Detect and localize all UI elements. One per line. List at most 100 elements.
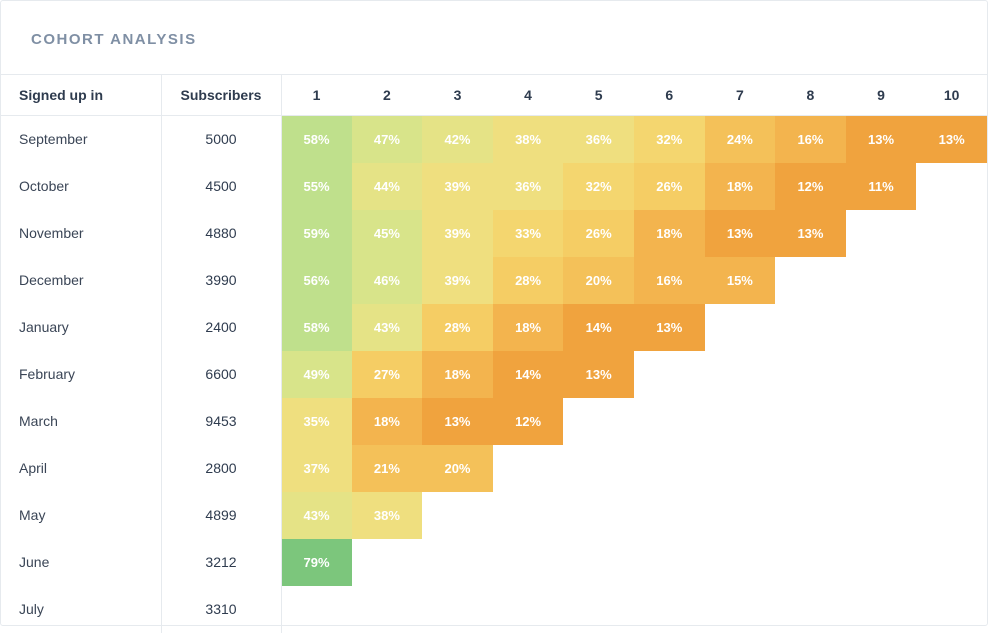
cohort-value: 13% [916, 116, 987, 163]
cohort-cell: 18% [422, 351, 493, 398]
cohort-value: 39% [422, 210, 493, 257]
row-month: June [1, 539, 161, 586]
header-period-6: 6 [634, 75, 705, 116]
cohort-cell [634, 492, 705, 539]
table-row: November488059%45%39%33%26%18%13%13% [1, 210, 987, 257]
table-row: May489943%38% [1, 492, 987, 539]
header-period-7: 7 [705, 75, 776, 116]
cohort-cell [916, 304, 987, 351]
cohort-value: 15% [705, 257, 776, 304]
page-title: COHORT ANALYSIS [1, 1, 987, 74]
cohort-cell [705, 398, 776, 445]
cohort-cell: 13% [846, 116, 917, 163]
cohort-card: COHORT ANALYSIS Signed up in Subscribers… [0, 0, 988, 626]
row-month: January [1, 304, 161, 351]
cohort-cell [493, 445, 564, 492]
cohort-cell [916, 257, 987, 304]
cohort-cell: 39% [422, 163, 493, 210]
cohort-value: 36% [493, 163, 564, 210]
cohort-cell [493, 539, 564, 586]
cohort-cell: 18% [493, 304, 564, 351]
cohort-cell: 13% [634, 304, 705, 351]
cohort-cell: 14% [563, 304, 634, 351]
cohort-value: 11% [846, 163, 917, 210]
cohort-cell [916, 351, 987, 398]
cohort-cell: 39% [422, 257, 493, 304]
row-subscribers: 6600 [161, 351, 281, 398]
cohort-cell [846, 257, 917, 304]
cohort-value: 13% [705, 210, 776, 257]
cohort-cell: 46% [352, 257, 423, 304]
cohort-cell [846, 304, 917, 351]
cohort-cell [705, 445, 776, 492]
cohort-cell [846, 539, 917, 586]
cohort-cell: 39% [422, 210, 493, 257]
cohort-cell [634, 351, 705, 398]
cohort-cell [634, 398, 705, 445]
cohort-value: 33% [493, 210, 564, 257]
cohort-cell: 16% [775, 116, 846, 163]
cohort-cell: 32% [634, 116, 705, 163]
cohort-table: Signed up in Subscribers 12345678910 Sep… [1, 74, 987, 633]
row-month: May [1, 492, 161, 539]
cohort-value: 28% [422, 304, 493, 351]
cohort-cell: 59% [281, 210, 352, 257]
cohort-value: 20% [422, 445, 493, 492]
cohort-cell: 58% [281, 116, 352, 163]
cohort-cell [846, 398, 917, 445]
cohort-cell: 49% [281, 351, 352, 398]
cohort-cell [775, 586, 846, 633]
cohort-cell [493, 492, 564, 539]
cohort-cell [705, 304, 776, 351]
cohort-value: 18% [634, 210, 705, 257]
cohort-value: 56% [282, 257, 352, 304]
cohort-cell: 79% [281, 539, 352, 586]
cohort-value: 16% [634, 257, 705, 304]
cohort-cell [422, 586, 493, 633]
cohort-value: 14% [563, 304, 634, 351]
cohort-cell: 58% [281, 304, 352, 351]
header-period-5: 5 [563, 75, 634, 116]
cohort-cell: 45% [352, 210, 423, 257]
table-row: July3310 [1, 586, 987, 633]
cohort-value: 26% [563, 210, 634, 257]
cohort-value: 16% [775, 116, 846, 163]
cohort-value: 58% [282, 116, 352, 163]
cohort-cell [846, 492, 917, 539]
table-row: April280037%21%20% [1, 445, 987, 492]
cohort-value: 38% [493, 116, 564, 163]
cohort-cell [352, 539, 423, 586]
cohort-cell [563, 539, 634, 586]
cohort-value: 13% [634, 304, 705, 351]
cohort-cell: 38% [352, 492, 423, 539]
cohort-cell: 24% [705, 116, 776, 163]
cohort-cell: 12% [493, 398, 564, 445]
header-subscribers: Subscribers [161, 75, 281, 116]
table-row: March945335%18%13%12% [1, 398, 987, 445]
header-period-10: 10 [916, 75, 987, 116]
cohort-value: 18% [705, 163, 776, 210]
cohort-value: 32% [634, 116, 705, 163]
cohort-value: 32% [563, 163, 634, 210]
cohort-value: 39% [422, 257, 493, 304]
cohort-cell [352, 586, 423, 633]
table-row: January240058%43%28%18%14%13% [1, 304, 987, 351]
cohort-value: 42% [422, 116, 493, 163]
row-month: July [1, 586, 161, 633]
cohort-cell: 36% [493, 163, 564, 210]
cohort-cell [422, 492, 493, 539]
header-row: Signed up in Subscribers 12345678910 [1, 75, 987, 116]
cohort-cell [916, 539, 987, 586]
row-subscribers: 5000 [161, 116, 281, 163]
cohort-value: 14% [493, 351, 564, 398]
row-subscribers: 2800 [161, 445, 281, 492]
cohort-value: 43% [282, 492, 352, 539]
cohort-cell: 13% [422, 398, 493, 445]
cohort-cell: 20% [422, 445, 493, 492]
cohort-cell: 28% [422, 304, 493, 351]
cohort-cell [563, 398, 634, 445]
cohort-cell: 18% [705, 163, 776, 210]
cohort-value: 44% [352, 163, 423, 210]
cohort-value: 43% [352, 304, 423, 351]
cohort-cell: 13% [705, 210, 776, 257]
